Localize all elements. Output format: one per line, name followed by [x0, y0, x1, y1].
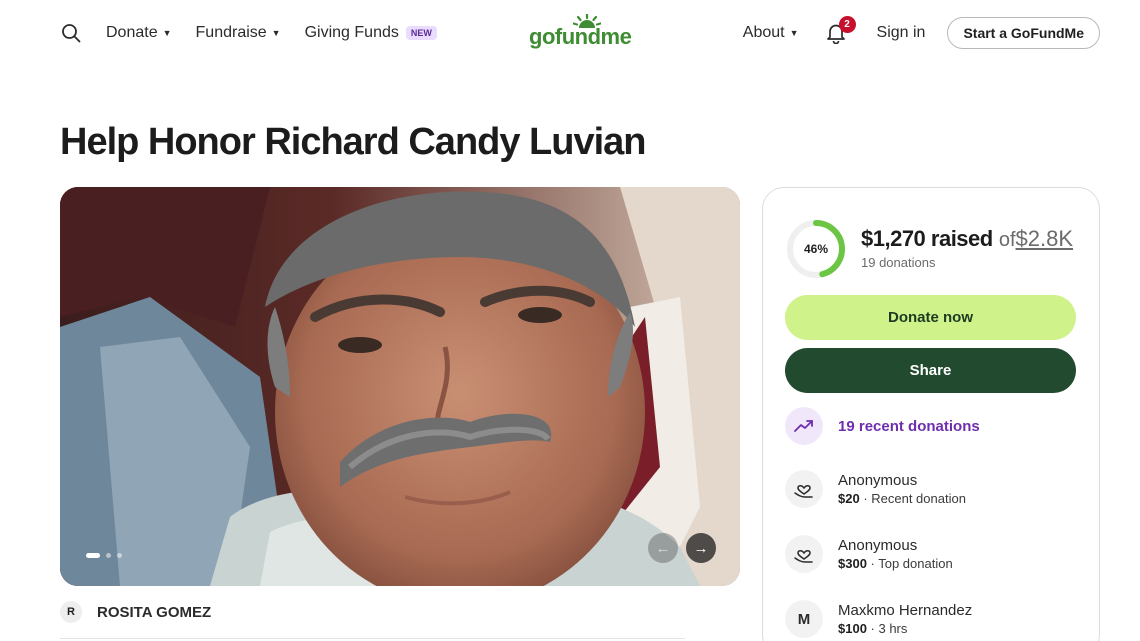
donor-detail: · Recent donation — [859, 490, 966, 506]
recent-donations-link[interactable]: 19 recent donations — [785, 407, 980, 445]
amount-raised: $1,270 raised of$2.8K — [861, 226, 1073, 252]
carousel-prev-button[interactable]: ← — [648, 533, 678, 563]
donate-now-button[interactable]: Donate now — [785, 295, 1076, 340]
carousel-dot-active[interactable] — [86, 553, 100, 558]
donor-item: M Maxkmo Hernandez $100 · 3 hrs — [785, 600, 972, 638]
start-gofundme-button[interactable]: Start a GoFundMe — [947, 17, 1100, 49]
search-icon[interactable] — [60, 22, 82, 44]
raised-amount: $1,270 raised — [861, 226, 993, 251]
donor-info: Anonymous $300 · Top donation — [838, 536, 953, 573]
donor-detail: · Top donation — [866, 555, 953, 571]
donation-count: 19 donations — [861, 255, 936, 270]
donor-amount: $100 — [838, 620, 867, 636]
donor-item: Anonymous $20 · Recent donation — [785, 470, 966, 508]
donor-meta: $100 · 3 hrs — [838, 620, 972, 638]
arrow-right-icon: → — [693, 539, 709, 557]
nav-right: About ▼ 2 Sign in Start a GoFundMe — [743, 16, 1100, 49]
donor-meta: $20 · Recent donation — [838, 490, 966, 508]
divider — [60, 638, 685, 639]
donor-avatar: M — [785, 600, 823, 638]
nav-about-label: About — [742, 24, 785, 41]
donor-amount: $300 — [838, 555, 867, 571]
nav-giving-funds-label: Giving Funds — [304, 24, 399, 41]
organizer-name[interactable]: ROSITA GOMEZ — [97, 604, 211, 621]
arrow-left-icon: ← — [655, 539, 671, 557]
campaign-photo — [60, 187, 740, 586]
organizer-avatar: R — [60, 601, 82, 623]
sign-in-link[interactable]: Sign in — [877, 24, 926, 42]
donor-name: Anonymous — [838, 471, 918, 489]
nav-about[interactable]: About ▼ — [743, 24, 799, 42]
progress-percent: 46% — [803, 242, 829, 256]
trending-up-icon — [785, 407, 823, 445]
carousel-dot[interactable] — [106, 553, 111, 558]
donor-name: Anonymous — [838, 536, 918, 554]
notification-count-badge: 2 — [838, 16, 856, 33]
organizer: R ROSITA GOMEZ — [60, 601, 211, 623]
donation-card: 46% $1,270 raised of$2.8K 19 donations D… — [762, 187, 1100, 641]
goal-amount[interactable]: $2.8K — [1016, 226, 1074, 251]
donor-info: Anonymous $20 · Recent donation — [838, 471, 966, 508]
recent-donations-label: 19 recent donations — [838, 417, 980, 435]
raised-of: of — [998, 229, 1016, 251]
nav-fundraise[interactable]: Fundraise ▼ — [196, 24, 281, 42]
nav-left: Donate ▼ Fundraise ▼ Giving Funds NEW — [60, 18, 461, 48]
caret-down-icon: ▼ — [162, 28, 172, 38]
caret-down-icon: ▼ — [789, 28, 799, 38]
logo-text: gofundme — [529, 24, 632, 49]
heart-hand-icon — [785, 470, 823, 508]
carousel-dot[interactable] — [117, 553, 122, 558]
carousel-dots — [86, 553, 128, 558]
site-header: Donate ▼ Fundraise ▼ Giving Funds NEW go… — [0, 0, 1140, 66]
nav-donate-label: Donate — [106, 24, 158, 41]
nav-fundraise-label: Fundraise — [195, 24, 267, 41]
campaign-photo-carousel[interactable]: ← → — [60, 187, 740, 586]
heart-hand-icon — [785, 535, 823, 573]
donor-meta: $300 · Top donation — [838, 555, 953, 573]
progress-ring: 46% — [785, 218, 847, 280]
new-badge: NEW — [405, 26, 437, 40]
notifications-button[interactable]: 2 — [825, 16, 856, 45]
donor-detail: · 3 hrs — [866, 620, 908, 636]
nav-giving-funds[interactable]: Giving Funds NEW — [305, 24, 437, 42]
caret-down-icon: ▼ — [271, 28, 281, 38]
donor-info: Maxkmo Hernandez $100 · 3 hrs — [838, 601, 972, 638]
carousel-next-button[interactable]: → — [686, 533, 716, 563]
donor-item: Anonymous $300 · Top donation — [785, 535, 953, 573]
donor-name: Maxkmo Hernandez — [838, 601, 973, 619]
share-button[interactable]: Share — [785, 348, 1076, 393]
campaign-title: Help Honor Richard Candy Luvian — [60, 121, 647, 163]
donor-amount: $20 — [838, 490, 860, 506]
nav-donate[interactable]: Donate ▼ — [106, 24, 172, 42]
gofundme-logo[interactable]: gofundme — [529, 14, 632, 50]
